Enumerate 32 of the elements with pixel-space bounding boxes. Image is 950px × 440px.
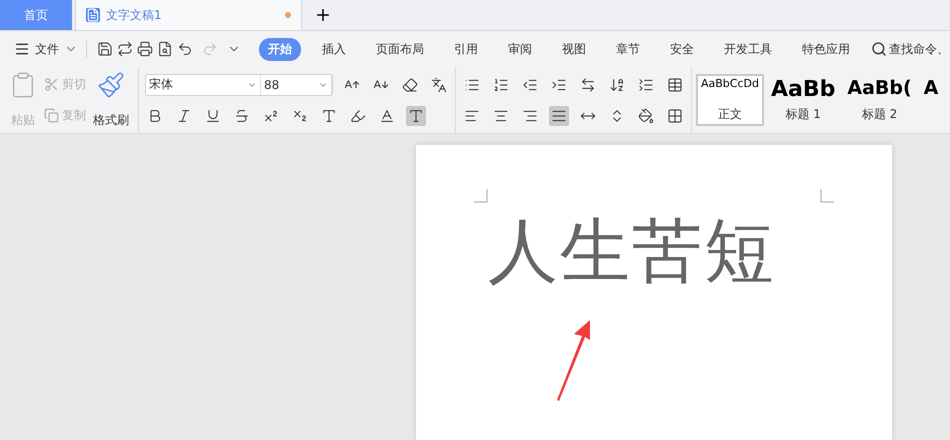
character-shading-icon[interactable]: [406, 106, 426, 126]
copy-icon: [44, 108, 59, 123]
menu-icon: [14, 41, 30, 57]
document-tab[interactable]: 文字文稿1: [75, 0, 302, 30]
paintbrush-icon: [97, 71, 125, 99]
font-size-field[interactable]: 88: [261, 74, 332, 94]
file-menu-button[interactable]: 文件: [14, 40, 87, 58]
ribbon-tab[interactable]: 审阅: [499, 38, 541, 60]
ribbon-tab[interactable]: 插入: [313, 38, 355, 60]
command-search-field[interactable]: 查找命令、: [871, 40, 949, 58]
scissors-icon: [44, 77, 59, 92]
document-text: 人生苦短: [487, 209, 777, 294]
ribbon-tab[interactable]: 章节: [607, 38, 649, 60]
search-icon: [871, 41, 887, 57]
plus-icon: [314, 6, 332, 24]
ribbon-tab[interactable]: 安全: [661, 38, 703, 60]
margin-corner-icon: [474, 189, 488, 203]
ribbon-tab[interactable]: 特色应用: [793, 38, 859, 60]
style-preset[interactable]: A: [918, 74, 944, 126]
margin-corner-icon: [820, 189, 834, 203]
align-justify-icon[interactable]: [549, 106, 569, 126]
ribbon-tab[interactable]: 页面布局: [367, 38, 433, 60]
ribbon-tab[interactable]: 视图: [553, 38, 595, 60]
document-icon: [86, 8, 100, 22]
ribbon-tab[interactable]: 引用: [445, 38, 487, 60]
style-preset[interactable]: AaBbCcDd 正文: [696, 74, 764, 126]
style-preset[interactable]: AaBb( 标题 2: [842, 74, 917, 126]
font-name-field[interactable]: 宋体: [146, 74, 261, 94]
format-painter-button[interactable]: 格式刷: [90, 69, 132, 131]
ribbon-tab[interactable]: 开发工具: [715, 38, 781, 60]
print-icon[interactable]: [135, 39, 155, 59]
style-preset[interactable]: AaBb 标题 1: [766, 74, 840, 126]
